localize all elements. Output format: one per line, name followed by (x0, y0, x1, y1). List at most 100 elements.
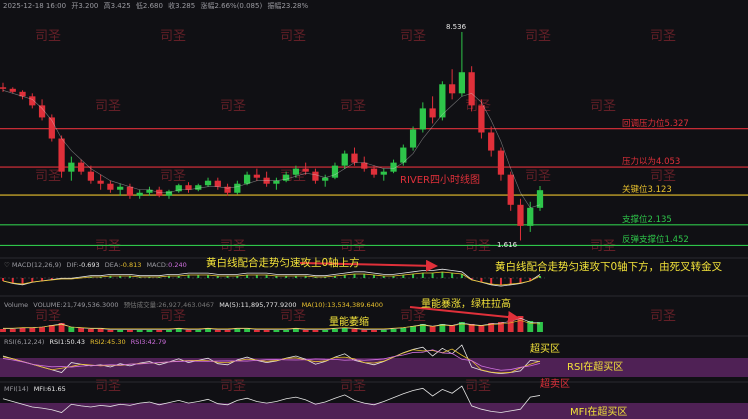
volume-bar (332, 329, 338, 332)
volume-bar (224, 330, 231, 332)
price-high-label: 8.536 (446, 23, 467, 31)
rsi1-value: 50.43 (66, 338, 86, 346)
watermark-text: 司圣 (35, 29, 61, 44)
candle-body (351, 153, 358, 163)
volume-panel (0, 316, 543, 332)
volume-bar (263, 330, 270, 332)
candle-body (214, 180, 221, 187)
candle-body (341, 153, 348, 166)
dif-value: -0.693 (78, 261, 100, 269)
watermark-text: 司圣 (35, 169, 61, 184)
moving-average-line (2, 90, 541, 209)
candle-body (87, 171, 94, 181)
candle-body (449, 84, 456, 94)
volume-bar (107, 330, 114, 332)
watermark-text: 司圣 (400, 309, 426, 324)
candle-body (273, 180, 280, 184)
predicted-value: 26,927,463.0467 (158, 301, 215, 309)
watermark-text: 司圣 (160, 29, 186, 44)
volume-bar (273, 330, 280, 332)
ma10-value: 13,534,389.6400 (327, 301, 383, 309)
watermark-text: 司圣 (525, 29, 551, 44)
volume-bar (322, 330, 329, 332)
candle-body (312, 171, 319, 181)
level-label: 压力以为4.053 (622, 157, 681, 168)
level-label: 反弹支撑位1.452 (622, 235, 689, 246)
price-low-label: 1.616 (497, 241, 518, 249)
volume-bar (117, 330, 124, 332)
candle-body (126, 186, 134, 196)
dea-label: DEA: (104, 261, 121, 269)
candle-body (322, 177, 329, 181)
volume-bar (136, 330, 143, 332)
volume-bar (29, 328, 36, 332)
watermark-text: 司圣 (220, 99, 246, 114)
volume-bar (87, 329, 94, 332)
watermark-text: 司圣 (465, 379, 491, 394)
watermark-text: 司圣 (95, 239, 121, 254)
watermark-text: 司圣 (160, 169, 186, 184)
candle-body (97, 180, 104, 184)
volume-label: VOLUME: (33, 301, 63, 309)
watermark-text: 司圣 (95, 99, 121, 114)
macd-annotation-1: 黄白线配合走势匀速攻上0轴上方 (206, 257, 360, 269)
volume-title: Volume (4, 301, 29, 309)
mfi-value: 61.65 (47, 385, 66, 393)
chart-title: RIVER四小时线图 (400, 173, 480, 186)
candle-body (302, 168, 309, 172)
candle-body (185, 185, 192, 190)
candle-body (409, 129, 417, 148)
volume-bar (9, 329, 16, 332)
rsi2-value: 45.30 (107, 338, 126, 346)
watermark-text: 司圣 (35, 309, 61, 324)
candle-body (204, 180, 212, 186)
mfi-legend: MFI(14) MFI:61.65 (4, 385, 66, 393)
rsi3-label: RSI3: (130, 338, 148, 346)
candle-body (253, 174, 260, 178)
volume-bar (371, 330, 377, 332)
watermark-text: 司圣 (400, 29, 426, 44)
watermark-text: 司圣 (95, 379, 121, 394)
volume-bar (175, 329, 182, 332)
bell-icon[interactable]: ♡ (4, 261, 10, 269)
volume-bar (214, 330, 221, 332)
candle-body (29, 96, 36, 106)
volume-bar (400, 328, 407, 332)
volume-bar (380, 330, 387, 332)
candle-body (292, 168, 300, 175)
watermark-text: 司圣 (340, 379, 366, 394)
volume-annotation-1: 量能萎缩 (329, 317, 369, 328)
candle-body (9, 88, 16, 92)
candle-body (68, 162, 75, 172)
ma10-label: MA(10): (301, 301, 328, 309)
candle-body (478, 105, 485, 133)
volume-bar (68, 327, 75, 332)
watermark-text: 司圣 (650, 309, 676, 324)
volume-bar (312, 330, 319, 332)
volume-bar (283, 330, 290, 332)
mfi-overbought-zone (0, 403, 748, 419)
dif-label: DIF: (66, 261, 79, 269)
volume-value: 21,749,536.3000 (62, 301, 119, 309)
watermark-text: 司圣 (160, 309, 186, 324)
volume-annotation-2: 量能暴涨，绿柱拉高 (421, 299, 511, 310)
candle-body (380, 171, 387, 175)
volume-bar (0, 329, 6, 332)
level-label: 关键位3.123 (622, 185, 672, 196)
candle-body (77, 162, 85, 172)
macd-value: 0.240 (168, 261, 187, 269)
watermark-text: 司圣 (590, 99, 616, 114)
watermark-text: 司圣 (590, 239, 616, 254)
candle-body (58, 138, 65, 172)
level-label: 支撑位2.135 (622, 214, 672, 225)
candle-body (370, 168, 378, 175)
watermark-text: 司圣 (220, 379, 246, 394)
volume-bar (39, 327, 45, 332)
volume-bar (537, 322, 543, 332)
macd-legend: ♡ MACD(12,26,9) DIF:-0.693 DEA:-0.813 MA… (4, 261, 187, 269)
watermark-text: 司圣 (650, 29, 676, 44)
volume-bar (390, 329, 397, 332)
volume-bar (253, 330, 260, 332)
watermark-text: 司圣 (340, 239, 366, 254)
rsi2-label: RSI2: (90, 338, 107, 346)
